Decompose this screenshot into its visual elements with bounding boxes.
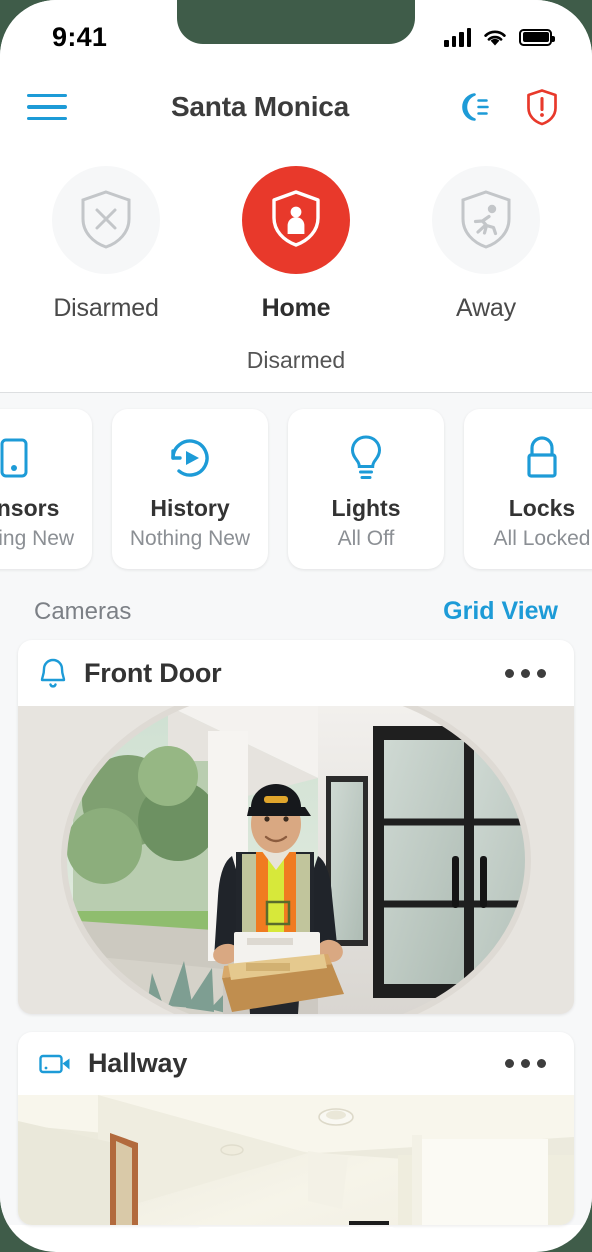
cellular-bars-icon [444, 27, 471, 47]
mode-button-disarmed[interactable]: Disarmed [46, 166, 166, 323]
mode-icon-wrap-away [432, 166, 540, 274]
mode-icon-wrap-home [242, 166, 350, 274]
quick-card-lights[interactable]: Lights All Off [288, 409, 444, 569]
page-title: Santa Monica [170, 91, 350, 122]
status-bar-indicators [444, 23, 555, 47]
shield-x-icon [81, 190, 131, 249]
mode-icon-wrap-disarmed [52, 166, 160, 274]
camera-header-hallway: Hallway [18, 1032, 574, 1095]
quick-actions-row[interactable]: Sensors Nothing New History Nothing New [0, 393, 592, 591]
navigation-bar: Santa Monica [0, 70, 592, 144]
quick-card-title-lights: Lights [331, 495, 401, 521]
shield-person-icon [272, 190, 320, 247]
quick-card-subtitle-sensors: Nothing New [0, 527, 75, 550]
lightbulb-icon [340, 427, 392, 489]
camera-card-front-door[interactable]: Front Door [18, 640, 574, 1014]
quick-card-subtitle-lights: All Off [337, 527, 395, 550]
status-bar-time: 9:41 [52, 21, 108, 52]
nav-actions [450, 85, 564, 129]
quick-card-title-history: History [150, 495, 230, 521]
mode-label-disarmed: Disarmed [53, 294, 159, 322]
system-status-text: Disarmed [246, 347, 346, 373]
mode-label-home: Home [261, 294, 331, 322]
mode-label-away: Away [456, 294, 516, 322]
camera-card-hallway[interactable]: Hallway [18, 1032, 574, 1225]
more-options-icon-front-door[interactable] [499, 663, 552, 684]
status-bar: 9:41 [0, 0, 592, 70]
device-notch [177, 0, 415, 44]
quick-card-history[interactable]: History Nothing New [112, 409, 268, 569]
phone-screen: 9:41 Santa Monica Disarmed Home Away Dis… [0, 0, 592, 1252]
quick-card-title-sensors: Sensors [0, 495, 60, 521]
more-options-icon-hallway[interactable] [499, 1053, 552, 1074]
grid-view-button[interactable]: Grid View [443, 597, 558, 626]
hamburger-menu-icon[interactable] [24, 87, 70, 127]
camera-name-front-door: Front Door [84, 657, 222, 688]
home-indicator [196, 1227, 396, 1236]
front-door-feed-image [18, 706, 574, 1014]
quick-card-sensors[interactable]: Sensors Nothing New [0, 409, 92, 569]
quick-card-locks[interactable]: Locks All Locked [464, 409, 592, 569]
shield-running-person-icon [461, 190, 511, 249]
mode-button-home[interactable]: Home [236, 166, 356, 323]
wifi-icon [484, 30, 506, 45]
cameras-section-header: Cameras Grid View [0, 591, 592, 640]
camera-name-hallway: Hallway [88, 1048, 188, 1078]
battery-full-icon [519, 28, 555, 46]
quick-card-subtitle-locks: All Locked [493, 527, 591, 550]
camera-feed-front-door[interactable] [18, 706, 574, 1014]
history-play-icon [162, 427, 218, 489]
shield-exclamation-icon[interactable] [520, 85, 564, 129]
arm-mode-section: Disarmed Home Away Disarmed [0, 144, 592, 392]
content-scroll-area[interactable]: Sensors Nothing New History Nothing New [0, 393, 592, 1225]
doorbell-bell-icon [40, 658, 66, 688]
video-camera-icon [39, 1054, 70, 1073]
padlock-icon [516, 427, 568, 489]
camera-header-front-door: Front Door [18, 640, 574, 706]
hallway-feed-image [18, 1095, 574, 1225]
camera-feed-hallway[interactable] [18, 1095, 574, 1225]
quick-card-title-locks: Locks [508, 495, 576, 521]
quick-card-subtitle-history: Nothing New [129, 527, 251, 550]
sensor-icon [0, 427, 40, 489]
cameras-section-title: Cameras [34, 597, 132, 625]
arm-mode-selector: Disarmed Home Away [0, 166, 592, 323]
crescent-moon-icon[interactable] [450, 85, 494, 129]
mode-button-away[interactable]: Away [426, 166, 546, 323]
